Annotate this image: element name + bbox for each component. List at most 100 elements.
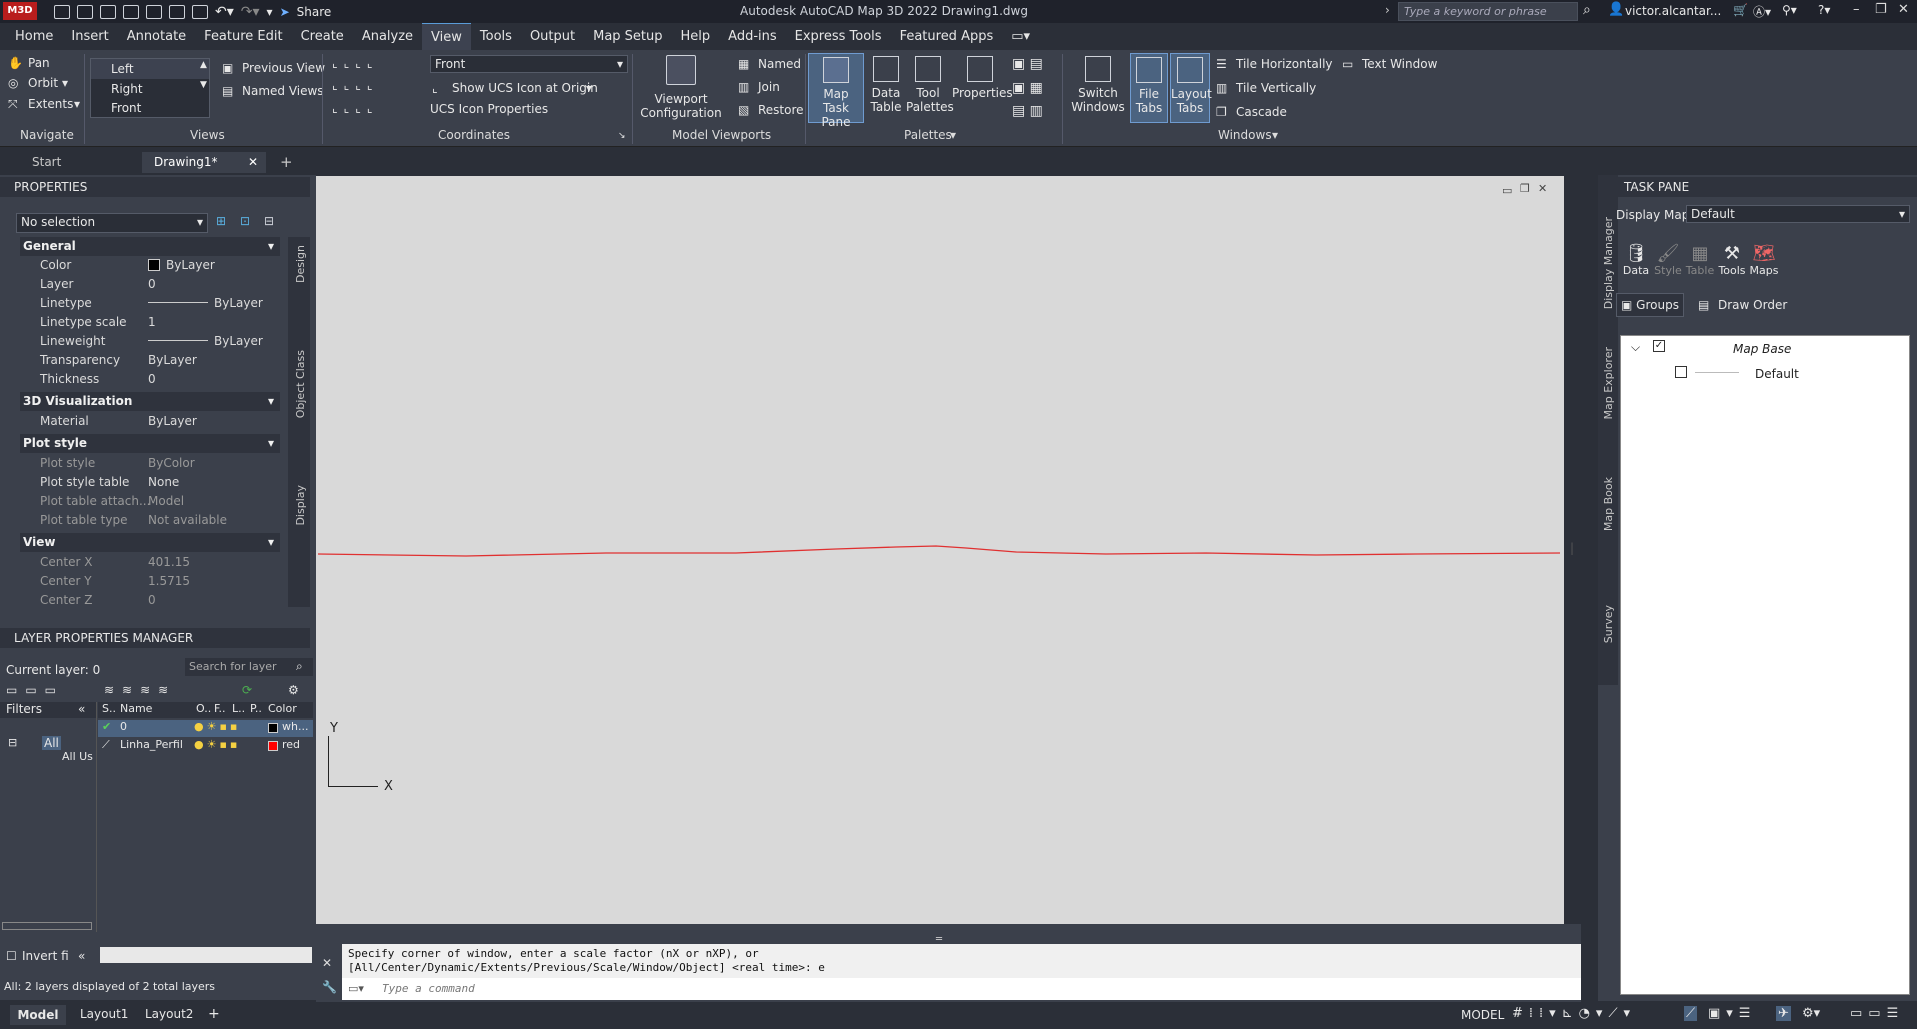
tools-tool-button[interactable]: ⚒ Tools [1714,243,1750,277]
extents-button[interactable]: Extents [28,97,73,111]
switch-windows-button[interactable]: Switch Windows [1070,53,1126,123]
col-lock[interactable]: L.. [232,702,245,715]
tab-drawing1[interactable]: Drawing1* ✕ [142,152,266,173]
data-tool-button[interactable]: 🛢 Data [1618,243,1654,277]
user-account[interactable]: victor.alcantar... [1625,4,1721,18]
customize-icon[interactable]: 🔧 [322,980,337,994]
tab-map-setup[interactable]: Map Setup [584,23,671,50]
side-tab-map-explorer[interactable]: Map Explorer [1602,347,1615,420]
map-base-checkbox[interactable]: ✓ [1653,340,1665,352]
side-tab-display[interactable]: Display [294,485,307,526]
previous-view-button[interactable]: Previous View [242,61,325,75]
filter-all[interactable]: All [42,736,61,750]
map-task-pane-button[interactable]: Map Task Pane [808,53,864,129]
layer-search-input[interactable]: Search for layer [185,658,313,676]
cascade-button[interactable]: Cascade [1236,105,1287,119]
layer-scrollbar[interactable] [100,947,312,963]
invert-filter-checkbox[interactable]: ☐ [6,949,17,963]
gear-icon[interactable]: ⚙ [288,683,299,697]
tab-add-ins[interactable]: Add-ins [719,23,785,50]
properties-button[interactable]: Properties [952,53,1013,123]
tab-feature-edit[interactable]: Feature Edit [195,23,291,50]
tab-create[interactable]: Create [292,23,353,50]
text-window-button[interactable]: Text Window [1362,57,1437,71]
prop-row-lineweight[interactable]: Lineweight ByLayer [20,332,280,351]
toggle-pickadd-icon[interactable]: ⊞ [216,214,226,228]
quick-select-icon[interactable]: ⊟ [264,214,274,228]
side-tab-design[interactable]: Design [294,245,307,283]
restore-button[interactable]: Restore [758,103,804,117]
prop-row-transparency[interactable]: Transparency ByLayer [20,351,280,370]
prop-row-center-z[interactable]: Center Z 0 [20,591,280,610]
show-ucs-button[interactable]: Show UCS Icon at Origin [452,81,598,95]
viewport-config-button[interactable]: Viewport Configuration [640,92,722,120]
group-3d-visualization[interactable]: 3D Visualization ▾ [20,392,280,411]
group-view[interactable]: View ▾ [20,533,280,552]
ucs-icon-properties-button[interactable]: UCS Icon Properties [430,102,548,116]
app-logo[interactable]: M3D [3,2,37,20]
tree-collapse-icon[interactable]: ⌵ [1631,340,1640,355]
prop-row-plot-style[interactable]: Plot style ByColor [20,454,280,473]
palettes-dropdown-icon[interactable]: ▾ [950,128,956,142]
restore-icon[interactable]: ❐ [1875,2,1887,17]
group-plot-style[interactable]: Plot style ▾ [20,434,280,453]
ucs-tools-row3-icon[interactable]: ⌞⌞⌞⌞ [332,101,379,115]
gear-icon[interactable]: ⚙▾ [1802,1006,1820,1021]
share-icon[interactable]: ➤ [280,5,290,19]
collapse-filters-icon[interactable]: « [78,702,85,716]
tab-start[interactable]: Start [20,152,140,173]
windows-dropdown-icon[interactable]: ▾ [1272,128,1278,142]
layer-tree[interactable]: ⌵ ✓ Map Base Default [1620,335,1910,995]
side-tab-survey[interactable]: Survey [1602,605,1615,643]
tab-layout1[interactable]: Layout1 [80,1007,128,1021]
tree-node-map-base[interactable]: Map Base [1733,342,1791,356]
save-web-icon[interactable] [169,5,185,19]
expand-arrow-icon[interactable]: › [1385,3,1390,17]
col-freeze[interactable]: F.. [214,702,226,715]
side-tab-map-book[interactable]: Map Book [1602,477,1615,531]
ucs-dropdown[interactable]: Front ▾ [430,55,628,73]
views-scroll-up-icon[interactable]: ▲ [200,60,207,70]
tile-horizontally-button[interactable]: Tile Horizontally [1236,57,1333,71]
search-input[interactable]: Type a keyword or phrase [1398,2,1578,21]
tab-model[interactable]: Model [10,1005,66,1025]
sheet-set-icon[interactable]: ▣ ▤ [1012,56,1043,72]
tab-help[interactable]: Help [672,23,720,50]
groups-button[interactable]: ▣ Groups [1616,293,1684,317]
group-general[interactable]: General ▾ [20,237,280,256]
dialog-launcher-icon[interactable]: ↘ [618,131,626,141]
layer-tools-icon[interactable]: ≋≋≋≋ [104,683,176,697]
tab-featured-apps[interactable]: Featured Apps [891,23,1003,50]
command-prompt-icon[interactable]: ▭▾ [348,982,364,995]
command-input[interactable]: Type a command [342,978,1581,1000]
side-tab-object-class[interactable]: Object Class [294,350,307,418]
undo-icon[interactable]: ↶▾ [215,4,234,20]
view-item-right[interactable]: Right [91,79,209,99]
ucs-tools-row2-icon[interactable]: ⌞⌞⌞⌞ [332,78,379,92]
minimize-icon[interactable]: – [1853,2,1860,17]
side-tab-display-manager[interactable]: Display Manager [1602,217,1615,309]
redo-icon[interactable]: ↷▾ [241,4,260,20]
layer-filter-tools-icon[interactable]: ▭▭▭ [6,683,64,697]
join-button[interactable]: Join [758,80,780,94]
prop-row-thickness[interactable]: Thickness 0 [20,370,280,389]
open-icon[interactable] [77,5,93,19]
view-item-left[interactable]: Left [91,59,209,79]
named-viewports-button[interactable]: Named [758,57,801,71]
refresh-icon[interactable]: ⟳ [242,683,252,697]
customize-icon[interactable]: ▾ [267,5,273,19]
prop-row-color[interactable]: Color ByLayer [20,256,280,275]
show-ucs-dropdown-icon[interactable]: ▾ [586,81,592,95]
default-checkbox[interactable] [1675,366,1687,378]
tab-express-tools[interactable]: Express Tools [786,23,891,50]
tab-analyze[interactable]: Analyze [353,23,422,50]
new-icon[interactable] [54,5,70,19]
maps-tool-button[interactable]: 🗺 Maps [1746,243,1782,277]
markup-icon[interactable]: ▣ ▦ [1012,80,1043,96]
properties-header[interactable]: PROPERTIES [0,177,310,197]
prop-row-material[interactable]: Material ByLayer [20,412,280,431]
prop-row-linetype[interactable]: Linetype ByLayer [20,294,280,313]
close-icon[interactable]: ✕ [322,956,332,970]
table-row[interactable]: ⟋ Linha_Perfil ●☀▪▪ red [98,738,313,755]
table-row[interactable]: ✔ 0 ●☀▪▪ wh... [98,720,313,737]
